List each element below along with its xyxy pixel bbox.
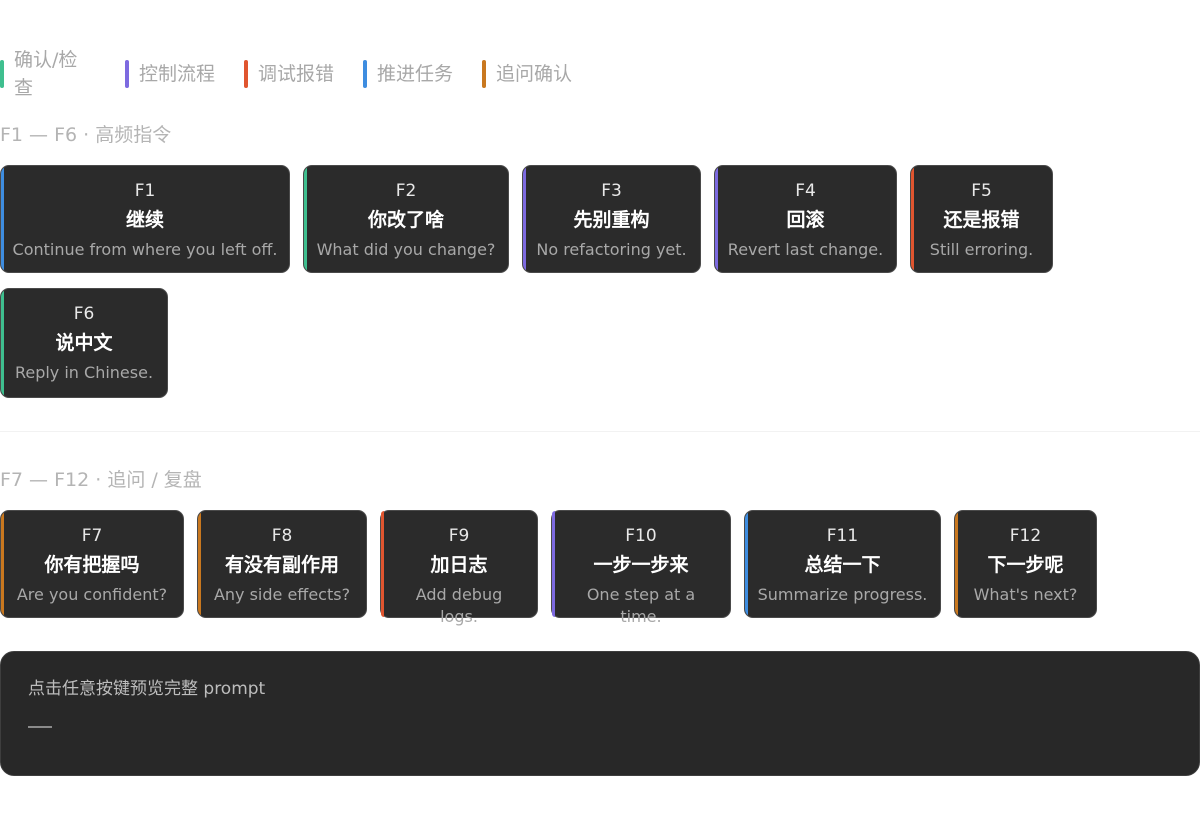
key-f7[interactable]: F7 你有把握吗 Are you confident? — [0, 510, 184, 618]
key-f12[interactable]: F12 下一步呢 What's next? — [954, 510, 1097, 618]
key-code: F5 — [911, 180, 1052, 202]
key-code: F1 — [1, 180, 289, 202]
legend-label: 推进任务 — [377, 60, 453, 88]
key-f3[interactable]: F3 先别重构 No refactoring yet. — [522, 165, 701, 273]
legend-color-swatch — [0, 60, 4, 88]
preview-hint-text: 点击任意按键预览完整 prompt — [28, 677, 265, 701]
key-description-en: What's next? — [963, 584, 1088, 606]
key-code: F8 — [198, 525, 366, 547]
key-description-en: One step at a time. — [576, 584, 706, 628]
prompt-preview-panel: 点击任意按键预览完整 prompt — [0, 651, 1200, 776]
key-code: F6 — [1, 303, 167, 325]
key-description-en: Any side effects? — [206, 584, 358, 606]
legend-label: 确认/检查 — [14, 46, 94, 102]
key-description-en: Summarize progress. — [753, 584, 932, 606]
key-f10[interactable]: F10 一步一步来 One step at a time. — [551, 510, 731, 618]
legend-item-advance: 推进任务 — [363, 46, 453, 88]
key-description-en: No refactoring yet. — [531, 239, 692, 261]
key-code: F3 — [523, 180, 700, 202]
key-title-cn: 还是报错 — [911, 207, 1052, 233]
key-f6[interactable]: F6 说中文 Reply in Chinese. — [0, 288, 168, 398]
legend-color-swatch — [244, 60, 248, 88]
key-title-cn: 下一步呢 — [955, 552, 1096, 578]
key-description-en: Are you confident? — [9, 584, 175, 606]
key-description-en: Continue from where you left off. — [9, 239, 281, 261]
key-code: F12 — [955, 525, 1096, 547]
key-code: F4 — [715, 180, 896, 202]
key-title-cn: 先别重构 — [523, 207, 700, 233]
key-title-cn: 说中文 — [1, 330, 167, 356]
legend-color-swatch — [125, 60, 129, 88]
legend-color-swatch — [363, 60, 367, 88]
key-code: F11 — [745, 525, 940, 547]
key-title-cn: 你改了啥 — [304, 207, 508, 233]
legend-label: 追问确认 — [496, 60, 572, 88]
key-description-en: What did you change? — [312, 239, 500, 261]
key-title-cn: 有没有副作用 — [198, 552, 366, 578]
section-divider — [0, 431, 1200, 432]
legend-item-confirm: 确认/检查 — [0, 46, 100, 102]
legend-item-followup: 追问确认 — [482, 46, 572, 88]
key-description-en: Add debug logs. — [405, 584, 513, 628]
legend-item-debug: 调试报错 — [244, 46, 334, 88]
key-description-en: Reply in Chinese. — [9, 362, 159, 384]
key-f4[interactable]: F4 回滚 Revert last change. — [714, 165, 897, 273]
category-legend: 确认/检查 控制流程 调试报错 推进任务 追问确认 — [0, 46, 640, 102]
key-f8[interactable]: F8 有没有副作用 Any side effects? — [197, 510, 367, 618]
key-title-cn: 一步一步来 — [552, 552, 730, 578]
key-description-en: Still erroring. — [919, 239, 1044, 261]
key-code: F9 — [381, 525, 537, 547]
section-title-followup: F7 — F12 · 追问 / 复盘 — [0, 467, 202, 493]
key-code: F10 — [552, 525, 730, 547]
key-title-cn: 总结一下 — [745, 552, 940, 578]
key-f2[interactable]: F2 你改了啥 What did you change? — [303, 165, 509, 273]
key-title-cn: 加日志 — [381, 552, 537, 578]
key-f11[interactable]: F11 总结一下 Summarize progress. — [744, 510, 941, 618]
key-f1[interactable]: F1 继续 Continue from where you left off. — [0, 165, 290, 273]
legend-label: 控制流程 — [139, 60, 215, 88]
key-description-en: Revert last change. — [723, 239, 888, 261]
key-title-cn: 你有把握吗 — [1, 552, 183, 578]
key-title-cn: 回滚 — [715, 207, 896, 233]
key-code: F7 — [1, 525, 183, 547]
key-f9[interactable]: F9 加日志 Add debug logs. — [380, 510, 538, 618]
legend-item-flow: 控制流程 — [125, 46, 215, 88]
key-title-cn: 继续 — [1, 207, 289, 233]
preview-placeholder-dash — [28, 726, 52, 728]
legend-color-swatch — [482, 60, 486, 88]
section-title-high-frequency: F1 — F6 · 高频指令 — [0, 122, 171, 148]
key-f5[interactable]: F5 还是报错 Still erroring. — [910, 165, 1053, 273]
key-code: F2 — [304, 180, 508, 202]
legend-label: 调试报错 — [258, 60, 334, 88]
